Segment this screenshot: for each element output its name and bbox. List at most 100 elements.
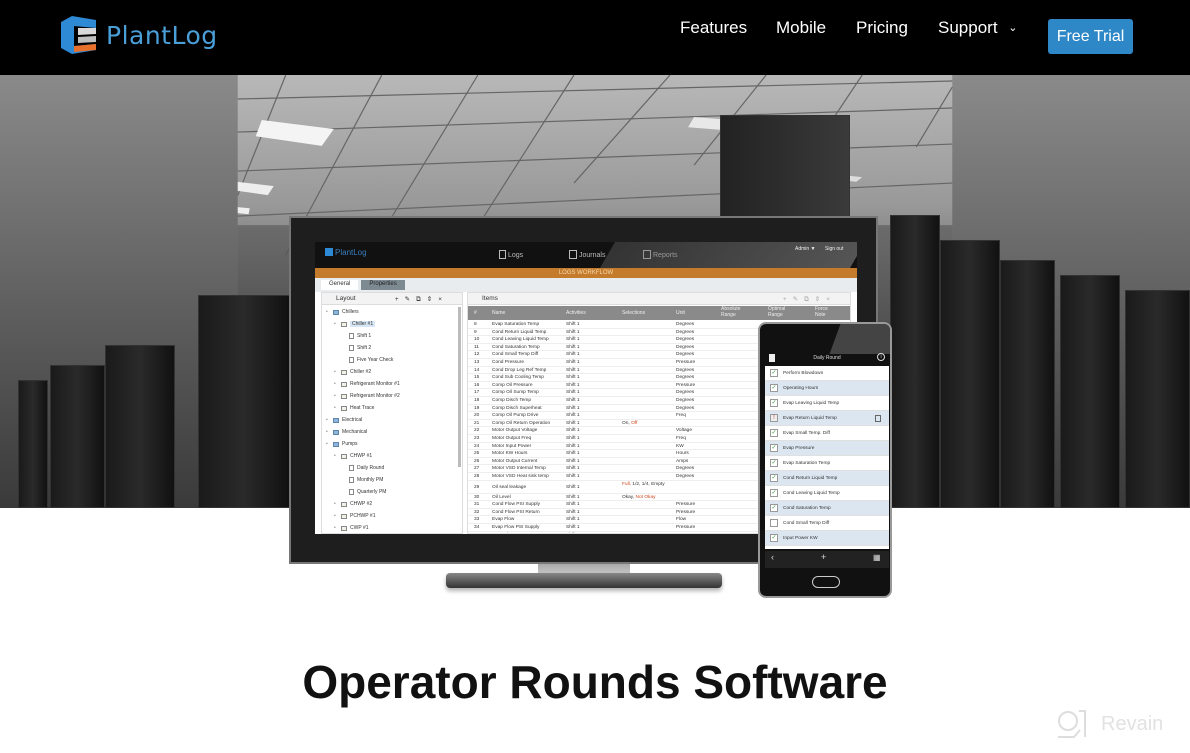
checkbox[interactable]: ✓ — [770, 489, 778, 497]
expand-toggle-icon[interactable]: • — [334, 321, 338, 327]
checklist-item[interactable]: Cond Small Temp Diff — [765, 516, 889, 531]
checklist-item[interactable]: ✓ Evap Leaving Liquid Temp — [765, 396, 889, 411]
nav-pricing[interactable]: Pricing — [856, 18, 908, 38]
checklist-item-label: Evap Saturation Temp — [783, 460, 831, 466]
checkbox[interactable]: ✓ — [770, 444, 778, 452]
col-force-note[interactable]: Force Note — [815, 306, 839, 318]
info-icon[interactable]: i — [877, 353, 885, 361]
admin-menu[interactable]: Admin ▼ — [795, 246, 816, 252]
nav-features[interactable]: Features — [680, 18, 747, 38]
tree-item[interactable]: • Refrigerant Monitor #1 — [334, 381, 400, 387]
checkbox[interactable]: ✓ — [770, 369, 778, 377]
tree-item[interactable]: • Chiller #1 — [334, 321, 376, 327]
checklist-item[interactable]: ✓ Perform Blowdown — [765, 366, 889, 381]
tree-item[interactable]: • Refrigerant Monitor #2 — [334, 393, 400, 399]
col-optimal-range[interactable]: Optimal Range — [768, 306, 798, 318]
add-icon[interactable]: + — [783, 296, 793, 303]
tree-item[interactable]: • Electrical — [326, 417, 362, 423]
tree-item[interactable]: Daily Round — [342, 465, 384, 471]
subtab-properties[interactable]: Properties — [361, 280, 405, 290]
checklist-item[interactable]: ✓ Operating Hours — [765, 381, 889, 396]
tree-item[interactable]: • Mechanical — [326, 429, 367, 435]
back-icon[interactable]: ‹ — [771, 552, 774, 562]
delete-icon[interactable]: × — [826, 296, 836, 303]
checkbox[interactable]: ✓ — [770, 384, 778, 392]
revain-watermark: Revain — [1055, 708, 1163, 740]
copy-icon[interactable]: ⧉ — [416, 296, 427, 303]
checklist-item[interactable]: ! Evap Return Liquid Temp — [765, 411, 889, 426]
brand-logo[interactable]: PlantLog — [58, 14, 218, 56]
checkbox[interactable]: ✓ — [770, 399, 778, 407]
col-selections[interactable]: Selections — [622, 310, 645, 316]
expand-toggle-icon[interactable]: • — [334, 453, 338, 459]
free-trial-button[interactable]: Free Trial — [1048, 19, 1133, 54]
delete-icon[interactable]: × — [438, 296, 448, 303]
signout-link[interactable]: Sign out — [825, 246, 843, 252]
home-button[interactable] — [812, 576, 840, 588]
tree-item[interactable]: Shift 1 — [342, 333, 371, 339]
copy-icon[interactable]: ⧉ — [804, 296, 815, 303]
app-tab-logs[interactable]: Logs — [499, 250, 523, 259]
col-activities[interactable]: Activities — [566, 310, 586, 316]
tree-item[interactable]: Five Year Check — [342, 357, 393, 363]
expand-toggle-icon[interactable]: • — [334, 381, 338, 387]
checklist-item[interactable]: ✓ Cond Saturation Temp — [765, 501, 889, 516]
checkbox[interactable]: ✓ — [770, 534, 778, 542]
expand-toggle-icon[interactable]: • — [334, 393, 338, 399]
checkbox[interactable]: ✓ — [770, 474, 778, 482]
expand-toggle-icon[interactable]: • — [334, 513, 338, 519]
expand-toggle-icon[interactable]: • — [326, 417, 330, 423]
expand-toggle-icon[interactable]: • — [334, 369, 338, 375]
checklist-item[interactable]: ✓ Evap Small Temp. Diff — [765, 426, 889, 441]
checkbox[interactable]: ✓ — [770, 429, 778, 437]
note-icon[interactable] — [875, 414, 881, 422]
checklist-item[interactable]: ✓ Evap Saturation Temp — [765, 456, 889, 471]
edit-icon[interactable]: ✎ — [405, 296, 416, 303]
checklist-item-label: Input Power KW — [783, 535, 818, 541]
tree-item[interactable]: • CWP #1 — [334, 525, 369, 531]
expand-toggle-icon[interactable]: • — [334, 525, 338, 531]
tree-item[interactable]: • PCHWP #1 — [334, 513, 375, 519]
checklist-item[interactable]: ✓ Input Power KW — [765, 531, 889, 546]
expand-toggle-icon[interactable]: • — [334, 405, 338, 411]
col-absolute-range[interactable]: Absolute Range — [721, 306, 751, 318]
add-icon[interactable]: + — [395, 296, 405, 303]
move-icon[interactable]: ⇕ — [815, 296, 826, 303]
tree-item[interactable]: • Chiller #2 — [334, 369, 371, 375]
tree-item[interactable]: Quarterly PM — [342, 489, 386, 495]
nav-mobile[interactable]: Mobile — [776, 18, 826, 38]
move-icon[interactable]: ⇕ — [427, 296, 438, 303]
tree-scrollbar[interactable] — [458, 307, 461, 467]
col-unit[interactable]: Unit — [676, 310, 685, 316]
edit-icon[interactable]: ✎ — [793, 296, 804, 303]
tree-item[interactable]: • Chillers — [326, 309, 359, 315]
expand-toggle-icon[interactable]: • — [326, 441, 330, 447]
subtab-general[interactable]: General — [321, 280, 359, 290]
checkbox[interactable] — [770, 519, 778, 527]
checkbox[interactable]: ✓ — [770, 504, 778, 512]
add-icon[interactable]: + — [821, 552, 826, 562]
tree-item[interactable]: • CHWP #1 — [334, 453, 372, 459]
flag-icon[interactable]: ! — [770, 414, 778, 422]
app-tab-reports[interactable]: Reports — [643, 250, 678, 259]
tree-item[interactable]: Monthly PM — [342, 477, 383, 483]
tree-item[interactable]: • Heat Trace — [334, 405, 374, 411]
tree-item[interactable]: • Pumps — [326, 441, 358, 447]
cell-activities: Shift 1 — [566, 413, 580, 419]
checklist-item[interactable]: ✓ Evap Pressure — [765, 441, 889, 456]
col-name[interactable]: Name — [492, 310, 505, 316]
cell-name: Motor KW Hours — [492, 451, 528, 457]
nav-support[interactable]: Support ⌄ — [938, 18, 1018, 38]
expand-toggle-icon[interactable]: • — [326, 309, 330, 315]
expand-toggle-icon[interactable]: • — [334, 501, 338, 507]
checkbox[interactable]: ✓ — [770, 459, 778, 467]
save-icon[interactable]: ▦ — [873, 553, 881, 562]
checklist-item[interactable]: ✓ Cond Return Liquid Temp — [765, 471, 889, 486]
tree-item[interactable]: • CHWP #2 — [334, 501, 372, 507]
cell-number: 10 — [474, 337, 480, 343]
expand-toggle-icon[interactable]: • — [326, 429, 330, 435]
app-tab-journals[interactable]: Journals — [569, 250, 605, 259]
tree-item[interactable]: Shift 2 — [342, 345, 371, 351]
checklist-item[interactable]: ✓ Cond Leaving Liquid Temp — [765, 486, 889, 501]
col-number[interactable]: # — [474, 310, 477, 316]
